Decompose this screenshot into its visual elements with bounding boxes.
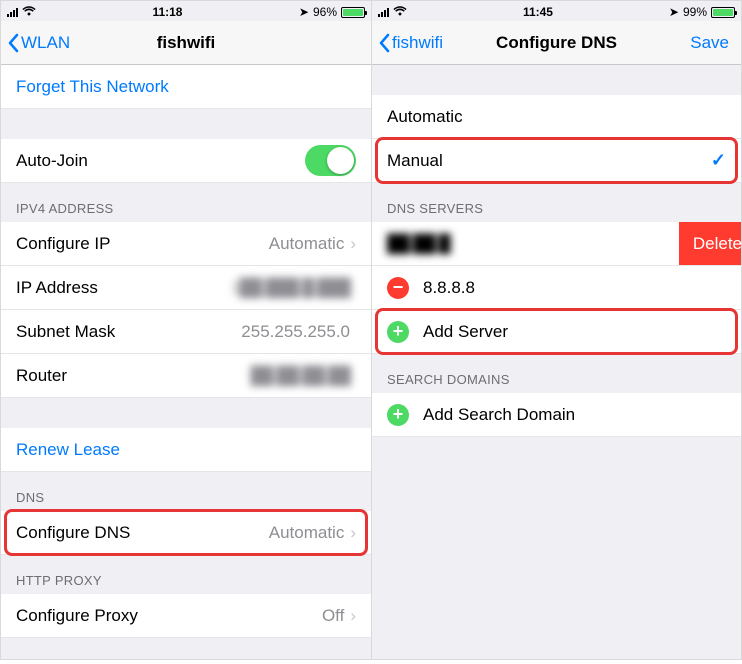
forget-network-label: Forget This Network xyxy=(16,77,169,97)
add-server-cell[interactable]: + Add Server xyxy=(372,310,741,354)
back-label: WLAN xyxy=(21,33,70,53)
forget-network-cell[interactable]: Forget This Network xyxy=(1,65,371,109)
dns-mode-automatic[interactable]: Automatic xyxy=(372,95,741,139)
signal-icon xyxy=(7,7,18,17)
dns-header: DNS xyxy=(1,472,371,511)
renew-lease-cell[interactable]: Renew Lease xyxy=(1,428,371,472)
dns-server-row-0[interactable]: ██.██.█ Delete xyxy=(372,222,741,266)
back-button[interactable]: fishwifi xyxy=(378,33,443,53)
dns-mode-manual[interactable]: Manual ✓ xyxy=(372,139,741,183)
add-icon[interactable]: + xyxy=(387,321,409,343)
auto-join-label: Auto-Join xyxy=(16,151,305,171)
status-bar: 11:45 ➤ 99% xyxy=(372,1,741,21)
wifi-icon xyxy=(393,5,407,19)
remove-icon[interactable]: − xyxy=(387,277,409,299)
location-icon: ➤ xyxy=(669,5,679,19)
router-cell: Router ██.██.██.██ xyxy=(1,354,371,398)
page-title: Configure DNS xyxy=(496,33,617,53)
battery-icon xyxy=(711,7,735,18)
status-bar: 11:18 ➤ 96% xyxy=(1,1,371,21)
back-button[interactable]: WLAN xyxy=(7,33,70,53)
chevron-right-icon: › xyxy=(350,523,356,543)
dns-servers-header: DNS SERVERS xyxy=(372,183,741,222)
chevron-right-icon: › xyxy=(350,234,356,254)
battery-pct: 96% xyxy=(313,5,337,19)
clock: 11:45 xyxy=(407,5,669,19)
delete-button[interactable]: Delete xyxy=(679,222,742,265)
chevron-right-icon: › xyxy=(350,606,356,626)
proxy-header: HTTP PROXY xyxy=(1,555,371,594)
battery-pct: 99% xyxy=(683,5,707,19)
dns-server-row-1[interactable]: − 8.8.8.8 xyxy=(372,266,741,310)
back-label: fishwifi xyxy=(392,33,443,53)
clock: 11:18 xyxy=(36,5,299,19)
wifi-icon xyxy=(22,5,36,19)
search-domains-header: SEARCH DOMAINS xyxy=(372,354,741,393)
subnet-mask-cell: Subnet Mask 255.255.255.0 xyxy=(1,310,371,354)
location-icon: ➤ xyxy=(299,5,309,19)
page-title: fishwifi xyxy=(157,33,216,53)
ip-address-cell: IP Address 1██.███.█.███ xyxy=(1,266,371,310)
signal-icon xyxy=(378,7,389,17)
chevron-left-icon xyxy=(7,33,19,53)
add-search-domain-cell[interactable]: + Add Search Domain xyxy=(372,393,741,437)
ipv4-header: IPV4 ADDRESS xyxy=(1,183,371,222)
left-screen: 11:18 ➤ 96% WLAN fishwifi Forget This Ne… xyxy=(0,0,371,660)
nav-bar: WLAN fishwifi xyxy=(1,21,371,65)
configure-ip-cell[interactable]: Configure IP Automatic › xyxy=(1,222,371,266)
battery-icon xyxy=(341,7,365,18)
check-icon: ✓ xyxy=(711,150,726,171)
nav-bar: fishwifi Configure DNS Save xyxy=(372,21,741,65)
add-icon[interactable]: + xyxy=(387,404,409,426)
save-button[interactable]: Save xyxy=(690,33,729,53)
auto-join-cell[interactable]: Auto-Join xyxy=(1,139,371,183)
right-screen: 11:45 ➤ 99% fishwifi Configure DNS Save … xyxy=(371,0,742,660)
configure-proxy-cell[interactable]: Configure Proxy Off › xyxy=(1,594,371,638)
configure-dns-cell[interactable]: Configure DNS Automatic › xyxy=(1,511,371,555)
auto-join-toggle[interactable] xyxy=(305,145,356,176)
chevron-left-icon xyxy=(378,33,390,53)
